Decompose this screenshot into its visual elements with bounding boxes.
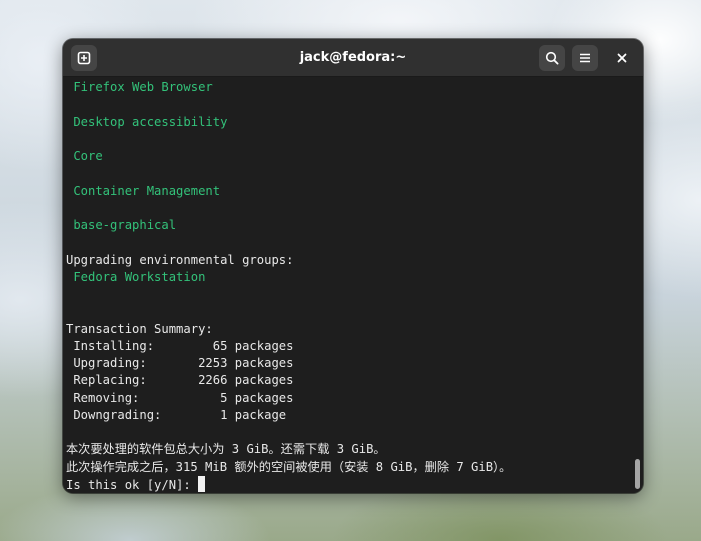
search-button[interactable] xyxy=(539,45,565,71)
terminal-output: Firefox Web Browser Desktop accessibilit… xyxy=(66,78,629,493)
terminal-line: base-graphical xyxy=(66,218,177,232)
terminal-line: Downgrading: 1 package xyxy=(66,407,287,422)
text-cursor xyxy=(198,475,206,492)
terminal-prompt-line[interactable]: Is this ok [y/N]: xyxy=(66,475,629,493)
terminal-line: 此次操作完成之后，315 MiB 额外的空间被使用（安装 8 GiB，删除 7 … xyxy=(66,459,512,474)
terminal-line: Transaction Summary: xyxy=(66,321,213,336)
search-icon xyxy=(545,51,559,65)
terminal-scrollbar[interactable] xyxy=(632,78,640,493)
terminal-line: Fedora Workstation xyxy=(66,269,206,284)
new-tab-button[interactable] xyxy=(71,45,97,71)
terminal-line: Container Management xyxy=(66,183,221,198)
terminal-line: Replacing: 2266 packages xyxy=(66,373,294,388)
hamburger-menu-icon xyxy=(580,53,590,63)
terminal-view[interactable]: Firefox Web Browser Desktop accessibilit… xyxy=(63,78,643,493)
terminal-line: Desktop accessibility xyxy=(66,114,228,129)
scrollbar-thumb[interactable] xyxy=(635,459,640,489)
terminal-line: Firefox Web Browser xyxy=(66,80,213,94)
terminal-line: Installing: 65 packages xyxy=(66,338,294,353)
terminal-line: Removing: 5 packages xyxy=(66,390,294,405)
prompt-text: Is this ok [y/N]: xyxy=(66,477,199,492)
main-menu-button[interactable] xyxy=(572,45,598,71)
header-bar: jack@fedora:~ xyxy=(63,39,643,77)
new-tab-icon xyxy=(77,51,91,65)
terminal-window: jack@fedora:~ Firefox Web Browser Deskto… xyxy=(63,39,643,493)
terminal-line: Core xyxy=(66,149,103,163)
terminal-line: Upgrading environmental groups: xyxy=(66,252,294,267)
terminal-line: Upgrading: 2253 packages xyxy=(66,356,294,370)
close-button[interactable] xyxy=(611,47,633,69)
terminal-line: 本次要处理的软件包总大小为 3 GiB。还需下载 3 GiB。 xyxy=(66,442,386,457)
close-icon xyxy=(617,53,627,63)
